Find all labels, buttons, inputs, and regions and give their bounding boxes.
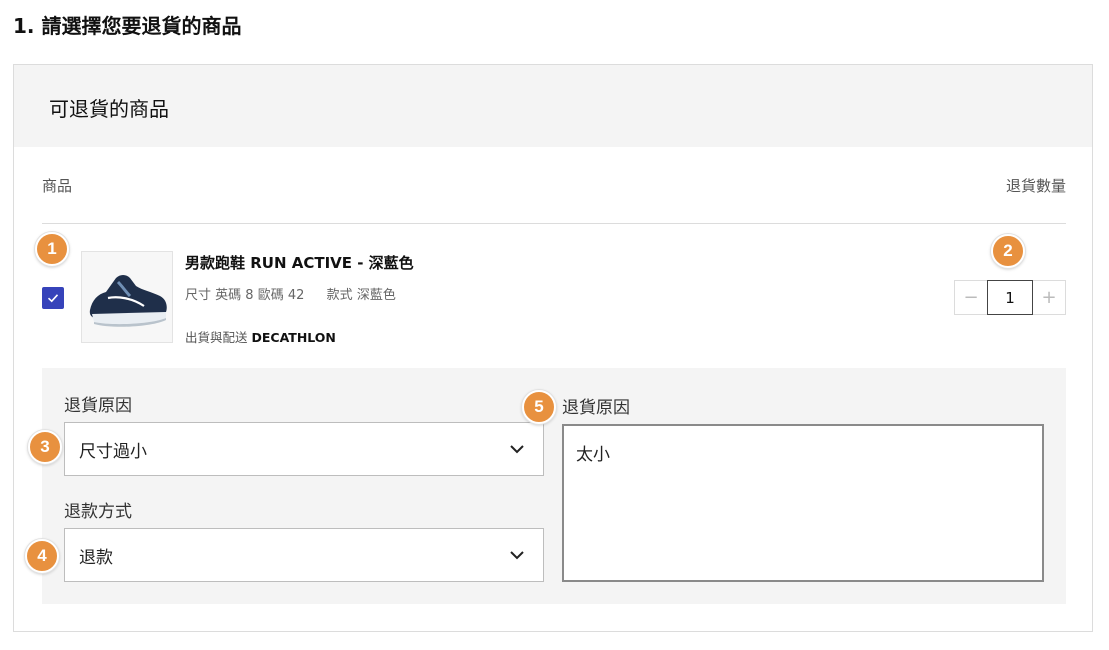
product-name[interactable]: 男款跑鞋 RUN ACTIVE - 深藍色: [185, 252, 414, 273]
annotation-badge: 2: [991, 234, 1025, 268]
return-reason-label: 退貨原因: [64, 396, 132, 416]
seller-name: DECATHLON: [251, 330, 336, 345]
chevron-down-icon: [510, 445, 524, 454]
seller-info: 出貨與配送 DECATHLON: [185, 327, 336, 346]
item-checkbox[interactable]: [42, 287, 64, 309]
comment-label: 退貨原因: [562, 398, 630, 418]
step-title: 1. 請選擇您要退貨的商品: [13, 14, 242, 38]
quantity-stepper: − 1 +: [954, 280, 1066, 315]
style-value: 深藍色: [356, 288, 396, 303]
column-header-quantity: 退貨數量: [1005, 177, 1066, 195]
return-comment-textarea[interactable]: 太小: [562, 424, 1044, 582]
annotation-badge: 1: [35, 232, 69, 266]
divider: [42, 223, 1066, 224]
returnable-items-card: 可退貨的商品 商品 退貨數量 男款跑鞋 RUN ACTIVE - 深藍色 尺寸 …: [13, 64, 1093, 632]
style-label: 款式: [326, 288, 353, 303]
quantity-input[interactable]: 1: [987, 280, 1033, 315]
product-image: [81, 251, 173, 343]
refund-method-select[interactable]: 退款: [64, 528, 544, 582]
check-icon: [47, 294, 59, 303]
annotation-badge: 5: [522, 390, 556, 424]
refund-method-label: 退款方式: [64, 502, 132, 522]
size-label: 尺寸: [185, 288, 212, 303]
chevron-down-icon: [510, 551, 524, 560]
running-shoe-icon: [89, 275, 167, 327]
decrease-quantity-button[interactable]: −: [955, 281, 987, 314]
return-reason-value: 尺寸過小: [79, 441, 147, 462]
size-value: 英碼 8 歐碼 42: [215, 288, 305, 303]
refund-method-value: 退款: [79, 547, 113, 568]
return-reason-select[interactable]: 尺寸過小: [64, 422, 544, 476]
product-attributes: 尺寸 英碼 8 歐碼 42 款式 深藍色: [185, 284, 396, 303]
card-title: 可退貨的商品: [49, 97, 169, 121]
seller-label: 出貨與配送: [185, 330, 248, 345]
card-header: 可退貨的商品: [14, 65, 1092, 147]
increase-quantity-button[interactable]: +: [1033, 281, 1065, 314]
annotation-badge: 4: [25, 539, 59, 573]
column-header-product: 商品: [42, 177, 73, 195]
annotation-badge: 3: [28, 430, 62, 464]
